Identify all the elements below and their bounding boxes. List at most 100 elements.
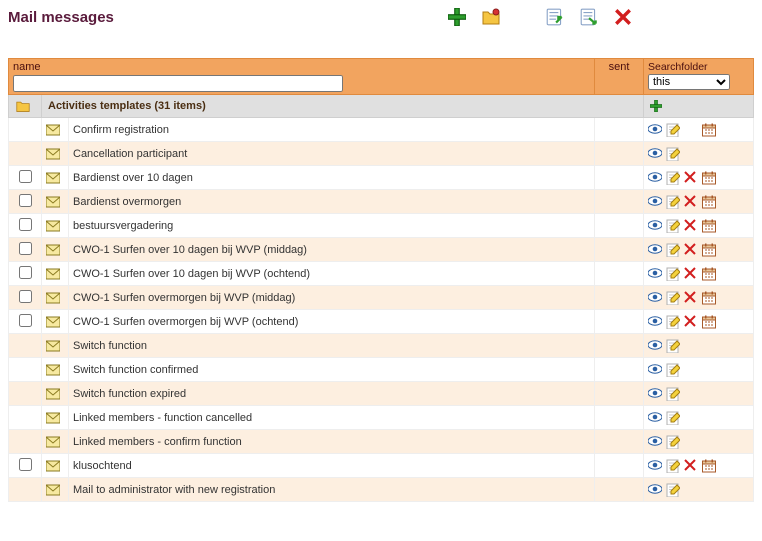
table-row[interactable]: klusochtend	[9, 454, 754, 478]
import-icon[interactable]	[544, 6, 566, 28]
view-icon[interactable]	[648, 315, 662, 329]
view-icon[interactable]	[648, 243, 662, 257]
view-icon[interactable]	[648, 123, 662, 137]
row-checkbox[interactable]	[19, 242, 32, 255]
edit-icon[interactable]	[666, 315, 680, 329]
row-name[interactable]: Bardienst over 10 dagen	[69, 166, 595, 190]
row-name[interactable]: Switch function	[69, 334, 595, 358]
table-row[interactable]: Bardienst overmorgen	[9, 190, 754, 214]
schedule-icon[interactable]	[702, 291, 716, 305]
row-name[interactable]: Cancellation participant	[69, 142, 595, 166]
schedule-icon[interactable]	[702, 243, 716, 257]
edit-icon[interactable]	[666, 147, 680, 161]
row-checkbox[interactable]	[19, 290, 32, 303]
row-checkbox[interactable]	[19, 266, 32, 279]
delete-icon[interactable]	[684, 219, 698, 233]
new-folder-icon[interactable]	[480, 6, 502, 28]
table-row[interactable]: CWO-1 Surfen overmorgen bij WVP (middag)	[9, 286, 754, 310]
view-icon[interactable]	[648, 291, 662, 305]
row-checkbox[interactable]	[19, 194, 32, 207]
view-icon[interactable]	[648, 339, 662, 353]
table-row[interactable]: CWO-1 Surfen overmorgen bij WVP (ochtend…	[9, 310, 754, 334]
view-icon[interactable]	[648, 267, 662, 281]
schedule-icon[interactable]	[702, 123, 716, 137]
edit-icon[interactable]	[666, 435, 680, 449]
delete-icon[interactable]	[684, 243, 698, 257]
edit-icon[interactable]	[666, 411, 680, 425]
view-icon[interactable]	[648, 483, 662, 497]
view-icon[interactable]	[648, 435, 662, 449]
schedule-icon[interactable]	[702, 315, 716, 329]
row-name[interactable]: CWO-1 Surfen overmorgen bij WVP (middag)	[69, 286, 595, 310]
row-name[interactable]: Switch function expired	[69, 382, 595, 406]
delete-icon[interactable]	[684, 171, 698, 185]
edit-icon[interactable]	[666, 267, 680, 281]
row-name[interactable]: Linked members - function cancelled	[69, 406, 595, 430]
schedule-icon[interactable]	[702, 195, 716, 209]
table-row[interactable]: Mail to administrator with new registrat…	[9, 478, 754, 502]
row-checkbox[interactable]	[19, 170, 32, 183]
view-icon[interactable]	[648, 387, 662, 401]
row-name[interactable]: CWO-1 Surfen over 10 dagen bij WVP (midd…	[69, 238, 595, 262]
row-name[interactable]: bestuursvergadering	[69, 214, 595, 238]
export-icon[interactable]	[578, 6, 600, 28]
table-row[interactable]: CWO-1 Surfen over 10 dagen bij WVP (midd…	[9, 238, 754, 262]
table-row[interactable]: Switch function confirmed	[9, 358, 754, 382]
edit-icon[interactable]	[666, 483, 680, 497]
edit-icon[interactable]	[666, 339, 680, 353]
schedule-icon[interactable]	[702, 219, 716, 233]
table-row[interactable]: Linked members - confirm function	[9, 430, 754, 454]
edit-icon[interactable]	[666, 387, 680, 401]
row-checkbox[interactable]	[19, 458, 32, 471]
row-name[interactable]: Bardienst overmorgen	[69, 190, 595, 214]
view-icon[interactable]	[648, 363, 662, 377]
table-row[interactable]: CWO-1 Surfen over 10 dagen bij WVP (ocht…	[9, 262, 754, 286]
schedule-icon[interactable]	[702, 267, 716, 281]
view-icon[interactable]	[648, 219, 662, 233]
delete-icon[interactable]	[684, 315, 698, 329]
row-name[interactable]: CWO-1 Surfen overmorgen bij WVP (ochtend…	[69, 310, 595, 334]
edit-icon[interactable]	[666, 123, 680, 137]
schedule-icon[interactable]	[702, 459, 716, 473]
delete-icon[interactable]	[684, 267, 698, 281]
delete-icon[interactable]	[684, 459, 698, 473]
row-name[interactable]: Switch function confirmed	[69, 358, 595, 382]
row-name[interactable]: CWO-1 Surfen over 10 dagen bij WVP (ocht…	[69, 262, 595, 286]
view-icon[interactable]	[648, 171, 662, 185]
table-row[interactable]: bestuursvergadering	[9, 214, 754, 238]
delete-icon[interactable]	[612, 6, 634, 28]
edit-icon[interactable]	[666, 291, 680, 305]
edit-icon[interactable]	[666, 195, 680, 209]
edit-icon[interactable]	[666, 459, 680, 473]
edit-icon[interactable]	[666, 243, 680, 257]
edit-icon[interactable]	[666, 363, 680, 377]
folder-add-icon[interactable]	[650, 100, 662, 112]
searchfolder-select[interactable]: this	[648, 74, 730, 90]
view-icon[interactable]	[648, 147, 662, 161]
schedule-icon[interactable]	[702, 171, 716, 185]
view-icon[interactable]	[648, 411, 662, 425]
row-name[interactable]: Linked members - confirm function	[69, 430, 595, 454]
edit-icon[interactable]	[666, 171, 680, 185]
name-filter-input[interactable]	[13, 75, 343, 92]
delete-icon[interactable]	[684, 291, 698, 305]
table-row[interactable]: Bardienst over 10 dagen	[9, 166, 754, 190]
row-name[interactable]: Confirm registration	[69, 118, 595, 142]
col-sent[interactable]: sent	[595, 59, 644, 95]
table-row[interactable]: Linked members - function cancelled	[9, 406, 754, 430]
table-row[interactable]: Confirm registration	[9, 118, 754, 142]
row-checkbox[interactable]	[19, 314, 32, 327]
row-checkbox[interactable]	[19, 218, 32, 231]
folder-row[interactable]: Activities templates (31 items)	[9, 95, 754, 118]
row-name[interactable]: Mail to administrator with new registrat…	[69, 478, 595, 502]
row-name[interactable]: klusochtend	[69, 454, 595, 478]
table-row[interactable]: Switch function expired	[9, 382, 754, 406]
edit-icon[interactable]	[666, 219, 680, 233]
col-name[interactable]: name	[9, 59, 595, 95]
delete-icon[interactable]	[684, 195, 698, 209]
view-icon[interactable]	[648, 195, 662, 209]
table-row[interactable]: Cancellation participant	[9, 142, 754, 166]
table-row[interactable]: Switch function	[9, 334, 754, 358]
add-icon[interactable]	[446, 6, 468, 28]
view-icon[interactable]	[648, 459, 662, 473]
